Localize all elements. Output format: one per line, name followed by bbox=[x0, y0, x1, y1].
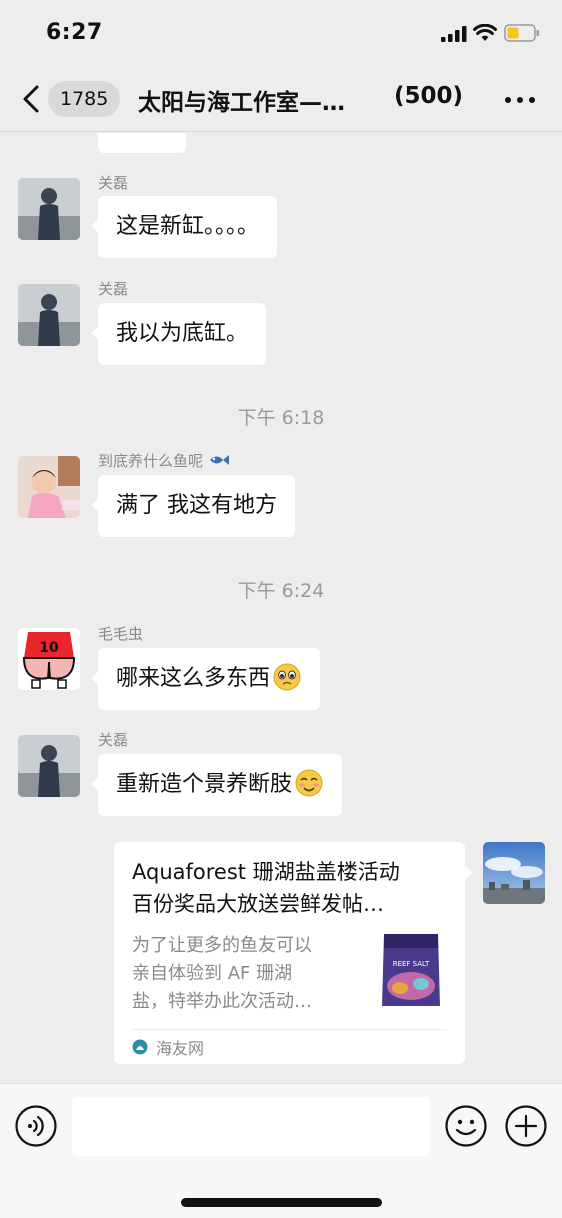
emoji-icon[interactable] bbox=[445, 1105, 487, 1147]
sender-name: 毛毛虫 bbox=[98, 625, 144, 643]
avatar-guanlei[interactable] bbox=[18, 284, 80, 346]
message-bubble[interactable]: 哪来这么多东西 bbox=[90, 648, 321, 710]
message-list[interactable]: 关磊 这是新缸。。。。 关磊 我以为底缸。 下午 6:18 到底养什么鱼呢 满了… bbox=[0, 133, 562, 1083]
sender-name: 关磊 bbox=[98, 280, 129, 298]
pleading-face-icon bbox=[273, 663, 301, 691]
svg-text:10: 10 bbox=[39, 640, 59, 656]
sender-name: 到底养什么鱼呢 bbox=[98, 450, 230, 471]
jersey-cartoon-icon: 10 bbox=[18, 628, 80, 690]
sender-name: 关磊 bbox=[98, 174, 129, 192]
link-title: Aquaforest 珊湖盐盖楼活动 百份奖品大放送尝鲜发帖… bbox=[132, 860, 400, 916]
message-bubble[interactable]: 这是新缸。。。。 bbox=[90, 196, 278, 258]
status-time: 6:27 bbox=[46, 20, 103, 45]
partial-message-bubble[interactable] bbox=[98, 133, 186, 153]
avatar-guanlei[interactable] bbox=[18, 735, 80, 797]
salt-bag-thumbnail: REEF SALT bbox=[376, 928, 446, 1010]
group-title: 太阳与海工作室—… bbox=[138, 90, 345, 116]
city-sky-photo-icon bbox=[483, 842, 545, 904]
link-source: 海友网 bbox=[156, 1039, 205, 1058]
avatar-child[interactable] bbox=[18, 456, 80, 518]
person-photo-icon bbox=[18, 284, 80, 346]
chevron-left-icon[interactable] bbox=[20, 84, 42, 114]
person-photo-icon bbox=[18, 735, 80, 797]
input-bar bbox=[0, 1083, 562, 1218]
person-photo-icon bbox=[18, 178, 80, 240]
chat-header: 1785 太阳与海工作室—… (500) bbox=[0, 66, 562, 132]
message-bubble[interactable]: 重新造个景养断肢 bbox=[90, 754, 343, 816]
sender-name: 关磊 bbox=[98, 731, 129, 749]
message-input[interactable] bbox=[72, 1097, 430, 1156]
avatar-guanlei[interactable] bbox=[18, 178, 80, 240]
member-count: (500) bbox=[394, 83, 464, 109]
message-bubble[interactable]: 我以为底缸。 bbox=[90, 303, 267, 365]
message-bubble[interactable]: 满了 我这有地方 bbox=[91, 475, 295, 537]
timestamp: 下午 6:24 bbox=[237, 580, 325, 602]
unread-count-badge[interactable]: 1785 bbox=[48, 81, 121, 117]
more-dots-icon[interactable] bbox=[504, 96, 536, 104]
thumbnail-label: REEF SALT bbox=[393, 960, 430, 968]
child-photo-icon bbox=[18, 456, 80, 518]
fish-icon bbox=[209, 455, 229, 465]
plus-icon[interactable] bbox=[505, 1105, 547, 1147]
voice-input-icon[interactable] bbox=[15, 1105, 57, 1147]
source-logo-icon bbox=[132, 1039, 148, 1055]
wifi-icon bbox=[473, 24, 497, 41]
battery-icon bbox=[504, 24, 539, 42]
status-bar: 6:27 bbox=[0, 0, 562, 66]
avatar-maomaochong[interactable]: 10 bbox=[18, 628, 80, 690]
link-card[interactable]: Aquaforest 珊湖盐盖楼活动 百份奖品大放送尝鲜发帖… 为了让更多的鱼友… bbox=[114, 842, 473, 1064]
cellular-signal-icon bbox=[441, 26, 467, 42]
timestamp: 下午 6:18 bbox=[237, 407, 325, 429]
avatar-self[interactable] bbox=[483, 842, 545, 904]
smiling-blush-face-icon bbox=[295, 769, 323, 797]
link-description: 为了让更多的鱼友可以 亲自体验到 AF 珊湖 盐，特举办此次活动… bbox=[132, 935, 312, 1012]
divider bbox=[132, 1029, 447, 1030]
home-indicator bbox=[181, 1198, 382, 1207]
